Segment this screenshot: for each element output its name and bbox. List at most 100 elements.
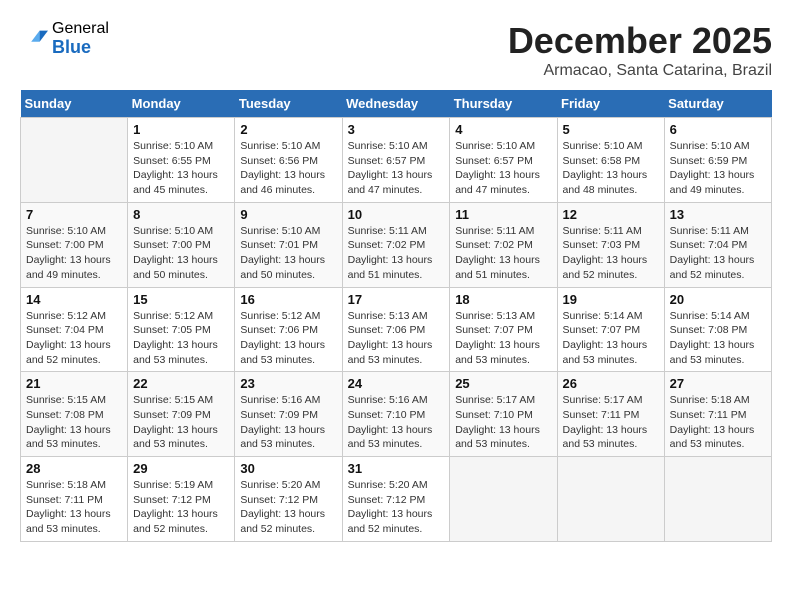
day-number: 1 xyxy=(133,122,229,137)
day-cell: 22 Sunrise: 5:15 AM Sunset: 7:09 PM Dayli… xyxy=(128,372,235,457)
day-cell: 14Sunrise: 5:12 AM Sunset: 7:04 PM Dayli… xyxy=(21,287,128,372)
day-number: 13 xyxy=(670,207,766,222)
day-info: Sunrise: 5:12 AM Sunset: 7:06 PM Dayligh… xyxy=(240,309,336,368)
day-info: Sunrise: 5:13 AM Sunset: 7:07 PM Dayligh… xyxy=(455,309,551,368)
title-section: December 2025 Armacao, Santa Catarina, B… xyxy=(508,20,772,80)
day-number: 16 xyxy=(240,292,336,307)
day-cell: 8 Sunrise: 5:10 AM Sunset: 7:00 PM Daylig… xyxy=(128,202,235,287)
day-info: Sunrise: 5:13 AM Sunset: 7:06 PM Dayligh… xyxy=(348,309,445,368)
day-cell xyxy=(557,457,664,542)
day-cell: 27 Sunrise: 5:18 AM Sunset: 7:11 PM Dayli… xyxy=(664,372,771,457)
day-number: 19 xyxy=(563,292,659,307)
day-number: 21 xyxy=(26,376,122,391)
header-cell-wednesday: Wednesday xyxy=(342,90,450,118)
day-number: 8 xyxy=(133,207,229,222)
calendar-body: 1 Sunrise: 5:10 AM Sunset: 6:55 PM Daylig… xyxy=(21,118,772,542)
day-cell: 26 Sunrise: 5:17 AM Sunset: 7:11 PM Dayli… xyxy=(557,372,664,457)
day-cell: 11 Sunrise: 5:11 AM Sunset: 7:02 PM Dayli… xyxy=(450,202,557,287)
day-number: 7 xyxy=(26,207,122,222)
day-number: 28 xyxy=(26,461,122,476)
day-info: Sunrise: 5:19 AM Sunset: 7:12 PM Dayligh… xyxy=(133,478,229,537)
logo-text: General Blue xyxy=(52,20,109,57)
day-info: Sunrise: 5:17 AM Sunset: 7:10 PM Dayligh… xyxy=(455,393,551,452)
day-number: 12 xyxy=(563,207,659,222)
day-cell xyxy=(450,457,557,542)
day-cell: 23Sunrise: 5:16 AM Sunset: 7:09 PM Dayli… xyxy=(235,372,342,457)
day-cell xyxy=(664,457,771,542)
day-number: 31 xyxy=(348,461,445,476)
day-info: Sunrise: 5:15 AM Sunset: 7:09 PM Dayligh… xyxy=(133,393,229,452)
day-cell: 3 Sunrise: 5:10 AM Sunset: 6:57 PM Daylig… xyxy=(342,118,450,203)
logo-blue: Blue xyxy=(52,38,109,58)
day-number: 20 xyxy=(670,292,766,307)
day-info: Sunrise: 5:15 AM Sunset: 7:08 PM Dayligh… xyxy=(26,393,122,452)
day-info: Sunrise: 5:10 AM Sunset: 6:58 PM Dayligh… xyxy=(563,139,659,198)
day-info: Sunrise: 5:11 AM Sunset: 7:04 PM Dayligh… xyxy=(670,224,766,283)
day-info: Sunrise: 5:10 AM Sunset: 6:55 PM Dayligh… xyxy=(133,139,229,198)
week-row-5: 28 Sunrise: 5:18 AM Sunset: 7:11 PM Dayli… xyxy=(21,457,772,542)
week-row-2: 7 Sunrise: 5:10 AM Sunset: 7:00 PM Daylig… xyxy=(21,202,772,287)
day-info: Sunrise: 5:18 AM Sunset: 7:11 PM Dayligh… xyxy=(26,478,122,537)
day-cell: 21 Sunrise: 5:15 AM Sunset: 7:08 PM Dayli… xyxy=(21,372,128,457)
day-cell: 9Sunrise: 5:10 AM Sunset: 7:01 PM Daylig… xyxy=(235,202,342,287)
day-number: 2 xyxy=(240,122,336,137)
day-cell: 29 Sunrise: 5:19 AM Sunset: 7:12 PM Dayli… xyxy=(128,457,235,542)
logo-icon xyxy=(20,25,48,53)
day-info: Sunrise: 5:14 AM Sunset: 7:07 PM Dayligh… xyxy=(563,309,659,368)
day-info: Sunrise: 5:11 AM Sunset: 7:02 PM Dayligh… xyxy=(455,224,551,283)
day-number: 25 xyxy=(455,376,551,391)
day-info: Sunrise: 5:12 AM Sunset: 7:05 PM Dayligh… xyxy=(133,309,229,368)
day-number: 23 xyxy=(240,376,336,391)
day-cell: 5Sunrise: 5:10 AM Sunset: 6:58 PM Daylig… xyxy=(557,118,664,203)
day-cell: 18 Sunrise: 5:13 AM Sunset: 7:07 PM Dayli… xyxy=(450,287,557,372)
day-number: 11 xyxy=(455,207,551,222)
calendar-table: SundayMondayTuesdayWednesdayThursdayFrid… xyxy=(20,90,772,542)
day-info: Sunrise: 5:12 AM Sunset: 7:04 PM Dayligh… xyxy=(26,309,122,368)
day-number: 30 xyxy=(240,461,336,476)
day-info: Sunrise: 5:18 AM Sunset: 7:11 PM Dayligh… xyxy=(670,393,766,452)
day-cell: 30 Sunrise: 5:20 AM Sunset: 7:12 PM Dayli… xyxy=(235,457,342,542)
day-cell: 24Sunrise: 5:16 AM Sunset: 7:10 PM Dayli… xyxy=(342,372,450,457)
day-info: Sunrise: 5:10 AM Sunset: 7:00 PM Dayligh… xyxy=(26,224,122,283)
day-info: Sunrise: 5:10 AM Sunset: 6:57 PM Dayligh… xyxy=(348,139,445,198)
logo: General Blue xyxy=(20,20,109,57)
day-number: 10 xyxy=(348,207,445,222)
day-info: Sunrise: 5:17 AM Sunset: 7:11 PM Dayligh… xyxy=(563,393,659,452)
header-cell-friday: Friday xyxy=(557,90,664,118)
page-header: General Blue December 2025 Armacao, Sant… xyxy=(20,20,772,80)
day-cell: 20Sunrise: 5:14 AM Sunset: 7:08 PM Dayli… xyxy=(664,287,771,372)
logo-general: General xyxy=(52,20,109,38)
week-row-4: 21 Sunrise: 5:15 AM Sunset: 7:08 PM Dayli… xyxy=(21,372,772,457)
day-number: 3 xyxy=(348,122,445,137)
day-cell: 2 Sunrise: 5:10 AM Sunset: 6:56 PM Daylig… xyxy=(235,118,342,203)
day-cell: 10Sunrise: 5:11 AM Sunset: 7:02 PM Dayli… xyxy=(342,202,450,287)
day-number: 4 xyxy=(455,122,551,137)
day-cell: 17Sunrise: 5:13 AM Sunset: 7:06 PM Dayli… xyxy=(342,287,450,372)
day-number: 15 xyxy=(133,292,229,307)
day-number: 9 xyxy=(240,207,336,222)
calendar-header: SundayMondayTuesdayWednesdayThursdayFrid… xyxy=(21,90,772,118)
location-subtitle: Armacao, Santa Catarina, Brazil xyxy=(508,62,772,80)
day-cell xyxy=(21,118,128,203)
header-cell-monday: Monday xyxy=(128,90,235,118)
day-info: Sunrise: 5:10 AM Sunset: 6:57 PM Dayligh… xyxy=(455,139,551,198)
day-number: 27 xyxy=(670,376,766,391)
day-number: 6 xyxy=(670,122,766,137)
day-number: 26 xyxy=(563,376,659,391)
day-cell: 6Sunrise: 5:10 AM Sunset: 6:59 PM Daylig… xyxy=(664,118,771,203)
day-number: 18 xyxy=(455,292,551,307)
day-cell: 15 Sunrise: 5:12 AM Sunset: 7:05 PM Dayli… xyxy=(128,287,235,372)
day-number: 29 xyxy=(133,461,229,476)
month-title: December 2025 xyxy=(508,20,772,62)
day-cell: 28 Sunrise: 5:18 AM Sunset: 7:11 PM Dayli… xyxy=(21,457,128,542)
day-info: Sunrise: 5:20 AM Sunset: 7:12 PM Dayligh… xyxy=(240,478,336,537)
week-row-1: 1 Sunrise: 5:10 AM Sunset: 6:55 PM Daylig… xyxy=(21,118,772,203)
day-info: Sunrise: 5:10 AM Sunset: 6:56 PM Dayligh… xyxy=(240,139,336,198)
header-cell-saturday: Saturday xyxy=(664,90,771,118)
day-cell: 13 Sunrise: 5:11 AM Sunset: 7:04 PM Dayli… xyxy=(664,202,771,287)
day-number: 22 xyxy=(133,376,229,391)
day-info: Sunrise: 5:10 AM Sunset: 7:00 PM Dayligh… xyxy=(133,224,229,283)
day-cell: 4 Sunrise: 5:10 AM Sunset: 6:57 PM Daylig… xyxy=(450,118,557,203)
day-cell: 12Sunrise: 5:11 AM Sunset: 7:03 PM Dayli… xyxy=(557,202,664,287)
day-info: Sunrise: 5:20 AM Sunset: 7:12 PM Dayligh… xyxy=(348,478,445,537)
